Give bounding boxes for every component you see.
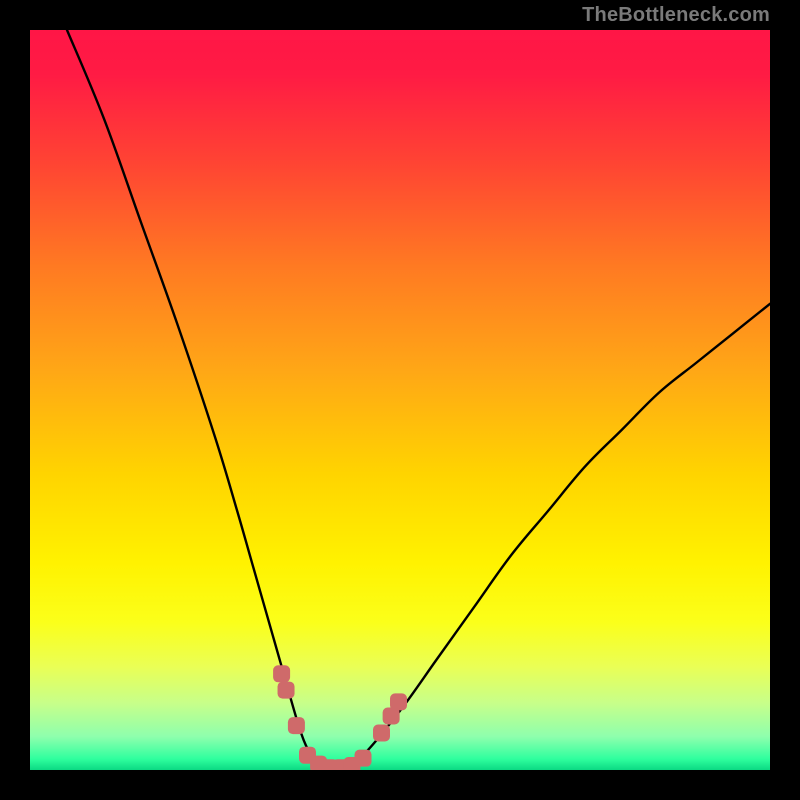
bottleneck-curve: [30, 30, 770, 770]
curve-marker: [373, 725, 390, 742]
watermark-text: TheBottleneck.com: [582, 4, 770, 27]
curve-marker: [278, 682, 295, 699]
chart-frame: TheBottleneck.com: [0, 0, 800, 800]
curve-marker: [390, 693, 407, 710]
curve-marker: [288, 717, 305, 734]
curve-marker: [355, 750, 372, 767]
curve-marker: [273, 665, 290, 682]
plot-area: [30, 30, 770, 770]
